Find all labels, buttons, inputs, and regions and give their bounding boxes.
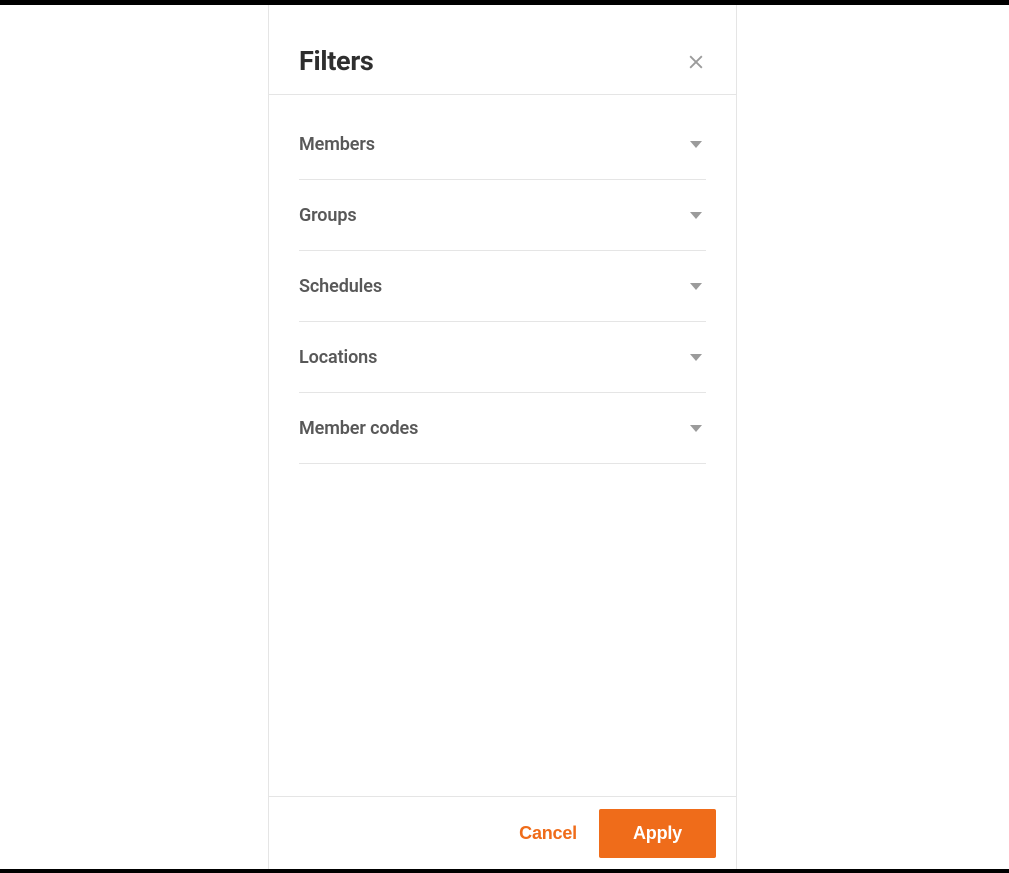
filter-label-members: Members: [299, 134, 375, 155]
cancel-button[interactable]: Cancel: [519, 823, 577, 844]
filter-row-member-codes[interactable]: Member codes: [299, 393, 706, 464]
filter-label-member-codes: Member codes: [299, 418, 418, 439]
close-button[interactable]: [686, 52, 706, 76]
filter-row-groups[interactable]: Groups: [299, 180, 706, 251]
caret-down-icon: [690, 141, 702, 148]
filter-label-schedules: Schedules: [299, 276, 382, 297]
filters-body: Members Groups Schedules Locations Membe…: [269, 95, 736, 796]
caret-down-icon: [690, 212, 702, 219]
filter-label-locations: Locations: [299, 347, 377, 368]
caret-down-icon: [690, 283, 702, 290]
filter-row-members[interactable]: Members: [299, 109, 706, 180]
caret-down-icon: [690, 425, 702, 432]
window-bottom-border: [0, 869, 1009, 873]
filter-row-schedules[interactable]: Schedules: [299, 251, 706, 322]
apply-button[interactable]: Apply: [599, 809, 716, 858]
filter-row-locations[interactable]: Locations: [299, 322, 706, 393]
filters-footer: Cancel Apply: [269, 796, 736, 869]
filter-label-groups: Groups: [299, 205, 357, 226]
panel-title: Filters: [299, 45, 373, 77]
filters-header: Filters: [269, 5, 736, 95]
filters-panel: Filters Members Groups Schedules Locatio…: [268, 5, 737, 869]
close-icon: [686, 52, 706, 76]
caret-down-icon: [690, 354, 702, 361]
